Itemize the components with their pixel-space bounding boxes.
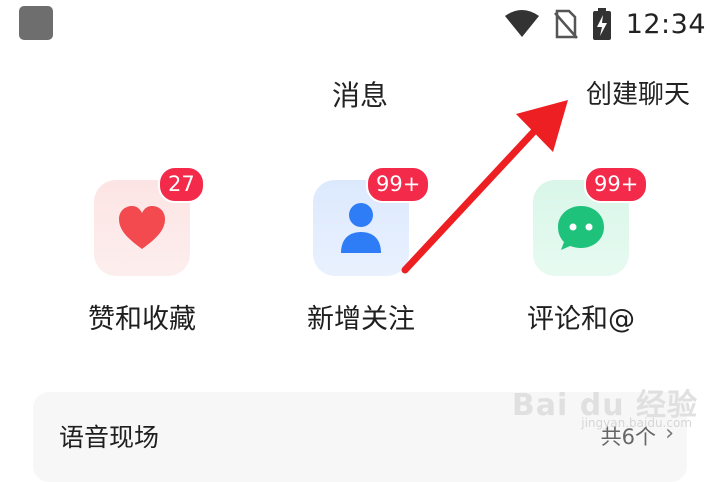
- status-time: 12:34: [625, 8, 706, 40]
- no-sim-icon: [553, 9, 578, 39]
- heart-icon: [119, 206, 165, 249]
- wifi-icon: [504, 10, 539, 37]
- likes-count-badge: 27: [158, 166, 205, 203]
- new-followers-label: 新增关注: [307, 304, 415, 335]
- likes-favorites-label: 赞和收藏: [88, 304, 196, 335]
- comments-count-badge: 99+: [584, 166, 649, 203]
- person-icon: [341, 203, 381, 253]
- chat-bubble-icon: [558, 206, 604, 250]
- battery-charging-icon: [592, 8, 611, 40]
- baidu-watermark-url: jingyan.baidu.com: [581, 416, 692, 430]
- app-square-icon: [19, 6, 53, 40]
- comments-mentions-label: 评论和@: [527, 304, 635, 335]
- followers-count-badge: 99+: [366, 166, 431, 203]
- status-icons: 12:34: [504, 6, 706, 42]
- create-chat-button[interactable]: 创建聊天: [586, 74, 690, 111]
- voice-live-title: 语音现场: [59, 423, 160, 452]
